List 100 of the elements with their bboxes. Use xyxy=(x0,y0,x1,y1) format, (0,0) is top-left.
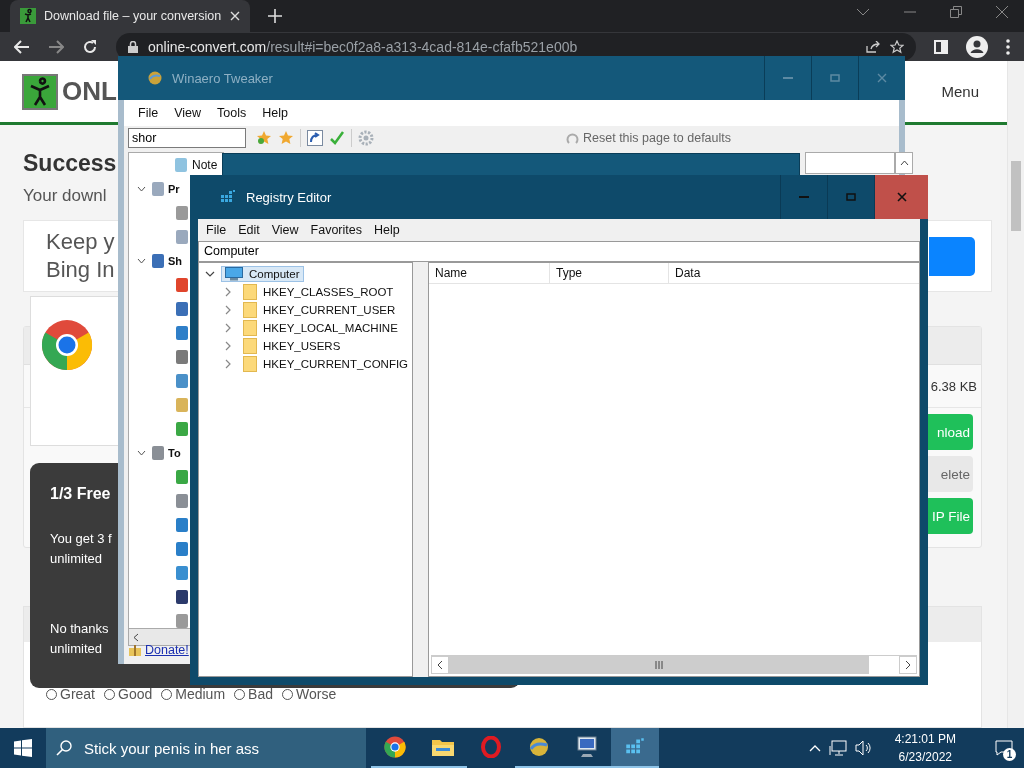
donate-link[interactable]: Donate! xyxy=(145,643,189,657)
close-button[interactable] xyxy=(874,175,928,219)
more-icon[interactable] xyxy=(1006,38,1010,55)
address-field[interactable]: Computer xyxy=(198,241,920,262)
tile-icon[interactable] xyxy=(176,326,188,340)
profile-icon[interactable] xyxy=(966,35,988,58)
star-icon[interactable] xyxy=(278,130,294,146)
tile-icon[interactable] xyxy=(176,518,188,532)
window-title: Registry Editor xyxy=(246,189,332,205)
arrow-left-icon[interactable] xyxy=(437,660,443,670)
browser-tab[interactable]: Download file – your conversion xyxy=(10,0,250,32)
tree-item[interactable]: HKEY_USERS xyxy=(239,337,345,355)
folder-icon xyxy=(243,356,257,372)
browser-logo-icon xyxy=(41,319,93,371)
star-add-icon[interactable] xyxy=(256,130,272,146)
menu-item[interactable]: Help xyxy=(368,223,406,237)
tile-icon[interactable] xyxy=(176,398,188,412)
menu-item[interactable]: File xyxy=(132,106,165,120)
tile-icon[interactable] xyxy=(176,470,188,484)
chevron-up-icon[interactable] xyxy=(808,744,821,752)
arrow-right-icon[interactable] xyxy=(905,660,911,670)
menu-link[interactable]: Menu xyxy=(941,83,979,100)
tile-icon[interactable] xyxy=(176,350,188,364)
computer-icon xyxy=(225,267,243,281)
tile-icon[interactable] xyxy=(176,206,188,220)
ad-button[interactable] xyxy=(929,236,975,276)
search-field[interactable]: shor xyxy=(128,128,246,148)
tree-item[interactable]: HKEY_LOCAL_MACHINE xyxy=(239,319,402,337)
network-icon[interactable] xyxy=(828,740,847,756)
tree-item[interactable]: Computer xyxy=(221,266,304,282)
tree-group[interactable]: Sh xyxy=(168,255,183,267)
checkmark-icon[interactable] xyxy=(329,130,345,146)
logo-icon[interactable] xyxy=(22,73,58,110)
column-header[interactable]: Name xyxy=(429,263,550,283)
clock[interactable]: 4:21:01 PM 6/23/2022 xyxy=(894,730,956,766)
logo-text[interactable]: ONL xyxy=(62,76,117,107)
forward-icon[interactable] xyxy=(48,39,64,54)
side-panel-icon[interactable] xyxy=(934,39,948,54)
chevron-icon[interactable] xyxy=(205,270,215,278)
menu-item[interactable]: File xyxy=(200,223,233,237)
tile-icon[interactable] xyxy=(176,566,188,580)
menu-item[interactable]: Edit xyxy=(232,223,266,237)
close-icon xyxy=(877,73,887,83)
arrow-up-icon xyxy=(899,160,909,166)
grip-icon[interactable] xyxy=(655,661,663,669)
menu-item[interactable]: View xyxy=(265,223,305,237)
page-heading: Success xyxy=(23,149,117,178)
tile-icon[interactable] xyxy=(176,422,188,436)
tile-icon[interactable] xyxy=(176,374,188,388)
column-header[interactable]: Type xyxy=(550,263,669,283)
tile-icon[interactable] xyxy=(176,302,188,316)
tree-group[interactable]: To xyxy=(168,447,181,459)
volume-icon[interactable] xyxy=(854,740,873,756)
popup-text: You get 3 f unlimited xyxy=(50,530,112,568)
scrollbar[interactable] xyxy=(431,655,917,674)
tree-item[interactable]: HKEY_CLASSES_ROOT xyxy=(239,283,398,301)
reload-icon[interactable] xyxy=(82,38,98,55)
tile-icon[interactable] xyxy=(176,230,188,244)
column-header[interactable]: Data xyxy=(669,263,919,283)
minimize-icon xyxy=(783,77,793,79)
restore-icon[interactable] xyxy=(950,6,962,18)
start-button[interactable] xyxy=(14,739,32,757)
arrow-left-icon xyxy=(133,632,139,642)
text-field[interactable] xyxy=(805,152,895,174)
tree-item[interactable]: HKEY_CURRENT_CONFIG xyxy=(239,355,413,373)
chevron-down-icon[interactable] xyxy=(856,8,870,16)
back-icon[interactable] xyxy=(14,39,30,54)
tree-group[interactable]: Pr xyxy=(168,183,180,195)
new-tab-icon[interactable] xyxy=(268,9,282,23)
tile-icon[interactable] xyxy=(176,614,188,628)
monitor-icon xyxy=(576,736,598,758)
app-icon xyxy=(148,71,162,85)
scroll-up-button[interactable] xyxy=(895,152,913,174)
folder-icon xyxy=(243,338,257,354)
menu-item[interactable]: Help xyxy=(256,106,294,120)
gear-icon[interactable] xyxy=(358,130,374,146)
tile-icon[interactable] xyxy=(176,278,188,292)
share-icon[interactable] xyxy=(866,40,880,53)
tree-item[interactable]: Note xyxy=(192,158,218,172)
file-size: 6.38 KB xyxy=(930,378,977,394)
chevron-icon[interactable] xyxy=(137,186,146,192)
tile-icon[interactable] xyxy=(176,590,188,604)
close-icon[interactable] xyxy=(996,6,1008,18)
search-field[interactable]: Stick your penis in her ass xyxy=(46,728,366,768)
shortcut-icon[interactable] xyxy=(307,130,323,146)
page-subheading: Your downl xyxy=(23,185,107,207)
menu-item[interactable]: Tools xyxy=(211,106,253,120)
tree-item[interactable]: HKEY_CURRENT_USER xyxy=(239,301,400,319)
tile-icon[interactable] xyxy=(176,494,188,508)
notification-button[interactable]: 1 xyxy=(984,728,1024,768)
star-icon[interactable] xyxy=(890,39,904,54)
maximize-icon xyxy=(830,74,840,82)
page-button[interactable]: elete xyxy=(927,456,973,492)
gift-icon xyxy=(128,643,142,657)
chevron-icon[interactable] xyxy=(137,450,146,456)
reset-link[interactable]: Reset this page to defaults xyxy=(566,131,731,145)
chevron-icon[interactable] xyxy=(137,258,146,264)
menu-item[interactable]: View xyxy=(168,106,208,120)
menu-item[interactable]: Favorites xyxy=(304,223,368,237)
tile-icon[interactable] xyxy=(176,542,188,556)
